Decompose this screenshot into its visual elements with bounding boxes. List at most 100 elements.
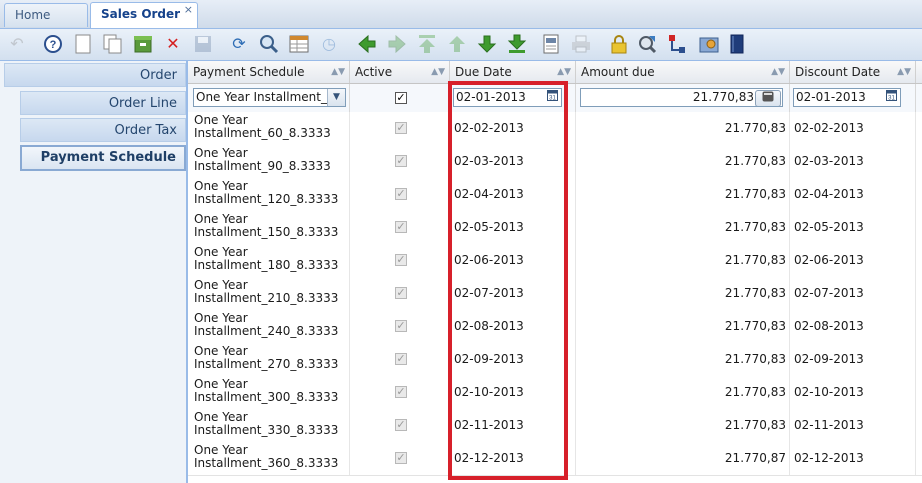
calendar-icon[interactable]: 31 xyxy=(883,89,900,106)
cell-payment-schedule[interactable]: One Year Installment_270_8.3333 xyxy=(188,343,350,376)
table-row[interactable]: One Year Installment_360_8.3333 ✓ 02-12-201… xyxy=(188,442,922,476)
delete-icon[interactable]: ✕ xyxy=(162,33,184,55)
sort-icon[interactable]: ▲▼ xyxy=(771,61,785,83)
cell-discount-date[interactable]: 02-11-2013 xyxy=(790,409,916,442)
table-row[interactable]: One Year Installment_330_8.3333 ✓ 02-11-201… xyxy=(188,409,922,443)
cell-payment-schedule[interactable]: One Year Installment_90_8.3333 xyxy=(188,145,350,178)
cell-amount-due[interactable]: 21.770,83 xyxy=(576,343,790,376)
copy-record-icon[interactable] xyxy=(102,33,124,55)
close-tab-icon[interactable]: × xyxy=(184,0,193,21)
undo-icon[interactable]: ↶ xyxy=(6,33,28,55)
cell-due-date[interactable]: 02-06-2013 xyxy=(450,244,576,277)
next-record-icon[interactable] xyxy=(386,33,408,55)
due-date-input[interactable]: 02-01-2013 31 xyxy=(453,88,562,107)
cell-payment-schedule[interactable]: One Year Installment_150_8.3333 xyxy=(188,211,350,244)
payment-schedule-select[interactable]: One Year Installment_3 ▼ xyxy=(193,88,346,107)
first-record-icon[interactable] xyxy=(416,33,438,55)
cell-active[interactable]: ✓ xyxy=(350,145,450,178)
cell-active[interactable]: ✓ xyxy=(350,277,450,310)
new-record-icon[interactable] xyxy=(72,33,94,55)
sort-icon[interactable]: ▲▼ xyxy=(897,61,911,83)
refresh-icon[interactable]: ⟳ xyxy=(228,33,250,55)
cell-amount-due[interactable]: 21.770,83 xyxy=(576,244,790,277)
cell-payment-schedule[interactable]: One Year Installment_330_8.3333 xyxy=(188,409,350,442)
previous-record-icon[interactable] xyxy=(356,33,378,55)
table-row[interactable]: One Year Installment_120_8.3333 ✓ 02-04-201… xyxy=(188,178,922,212)
tab-home[interactable]: Home (77) xyxy=(4,3,88,44)
column-header-active[interactable]: Active ▲▼ xyxy=(350,61,450,83)
archive-icon[interactable] xyxy=(132,33,154,55)
nav-item-order-tax[interactable]: Order Tax xyxy=(20,118,186,142)
cell-payment-schedule[interactable]: One Year Installment_240_8.3333 xyxy=(188,310,350,343)
cell-discount-date[interactable]: 02-09-2013 xyxy=(790,343,916,376)
column-header-payment-schedule[interactable]: Payment Schedule ▲▼ xyxy=(188,61,350,83)
table-row[interactable]: One Year Installment_300_8.3333 ✓ 02-10-201… xyxy=(188,376,922,410)
process-icon[interactable] xyxy=(698,33,720,55)
history-icon[interactable]: ◷ xyxy=(318,33,340,55)
cell-payment-schedule[interactable]: One Year Installment_360_8.3333 xyxy=(188,442,350,475)
cell-amount-due[interactable]: 21.770,83 xyxy=(576,145,790,178)
table-row[interactable]: One Year Installment_240_8.3333 ✓ 02-08-201… xyxy=(188,310,922,344)
cell-amount-due[interactable]: 21.770,87 xyxy=(576,442,790,475)
dropdown-arrow-icon[interactable]: ▼ xyxy=(327,89,345,106)
cell-discount-date[interactable]: 02-07-2013 xyxy=(790,277,916,310)
tab-sales-order[interactable]: Sales Order × xyxy=(90,2,198,28)
cell-discount-date[interactable]: 02-03-2013 xyxy=(790,145,916,178)
cell-discount-date[interactable]: 02-08-2013 xyxy=(790,310,916,343)
cell-amount-due[interactable]: 21.770,83 xyxy=(576,277,790,310)
cell-active[interactable]: ✓ xyxy=(350,244,450,277)
cell-active[interactable]: ✓ xyxy=(350,211,450,244)
cell-active[interactable]: ✓ xyxy=(350,376,450,409)
cell-discount-date[interactable]: 02-05-2013 xyxy=(790,211,916,244)
cell-due-date[interactable]: 02-04-2013 xyxy=(450,178,576,211)
column-header-due-date[interactable]: Due Date ▲▼ xyxy=(450,61,576,83)
table-row[interactable]: One Year Installment_60_8.3333 ✓ 02-02-2013… xyxy=(188,112,922,146)
parent-record-icon[interactable] xyxy=(446,33,468,55)
cell-due-date[interactable]: 02-12-2013 xyxy=(450,442,576,475)
cell-due-date[interactable]: 02-07-2013 xyxy=(450,277,576,310)
report-icon[interactable] xyxy=(540,33,562,55)
cell-due-date[interactable]: 02-02-2013 xyxy=(450,112,576,145)
workflow-icon[interactable] xyxy=(666,33,688,55)
cell-active[interactable]: ✓ xyxy=(350,343,450,376)
cell-active[interactable]: ✓ xyxy=(350,409,450,442)
cell-due-date[interactable]: 02-11-2013 xyxy=(450,409,576,442)
cell-due-date[interactable]: 02-09-2013 xyxy=(450,343,576,376)
nav-item-order-line[interactable]: Order Line xyxy=(20,91,186,115)
cell-discount-date[interactable]: 02-04-2013 xyxy=(790,178,916,211)
cell-payment-schedule[interactable]: One Year Installment_60_8.3333 xyxy=(188,112,350,145)
cell-due-date[interactable]: 02-05-2013 xyxy=(450,211,576,244)
table-row[interactable]: One Year Installment_180_8.3333 ✓ 02-06-201… xyxy=(188,244,922,278)
last-record-icon[interactable] xyxy=(506,33,528,55)
sort-icon[interactable]: ▲▼ xyxy=(331,61,345,83)
cell-active[interactable]: ✓ xyxy=(350,178,450,211)
calendar-icon[interactable]: 31 xyxy=(544,89,561,106)
lock-icon[interactable] xyxy=(608,33,630,55)
cell-amount-due[interactable]: 21.770,83 xyxy=(576,211,790,244)
cell-due-date[interactable]: 02-03-2013 xyxy=(450,145,576,178)
cell-active[interactable]: ✓ xyxy=(350,442,450,475)
help-icon[interactable]: ? xyxy=(42,33,64,55)
cell-active[interactable]: ✓ xyxy=(350,310,450,343)
cell-amount-due[interactable]: 21.770,83 xyxy=(576,376,790,409)
cell-payment-schedule[interactable]: One Year Installment_180_8.3333 xyxy=(188,244,350,277)
active-checkbox[interactable]: ✓ xyxy=(395,92,407,104)
cell-discount-date[interactable]: 02-12-2013 xyxy=(790,442,916,475)
zoom-across-icon[interactable] xyxy=(636,33,658,55)
nav-item-order[interactable]: Order xyxy=(4,63,186,87)
cell-due-date[interactable]: 02-10-2013 xyxy=(450,376,576,409)
cell-discount-date[interactable]: 02-02-2013 xyxy=(790,112,916,145)
calculator-icon[interactable] xyxy=(755,90,781,106)
table-row[interactable]: One Year Installment_150_8.3333 ✓ 02-05-201… xyxy=(188,211,922,245)
column-header-amount-due[interactable]: Amount due ▲▼ xyxy=(576,61,790,83)
attachment-icon[interactable] xyxy=(726,33,748,55)
table-row[interactable]: One Year Installment_270_8.3333 ✓ 02-09-201… xyxy=(188,343,922,377)
cell-amount-due[interactable]: 21.770,83 xyxy=(576,310,790,343)
table-row[interactable]: One Year Installment_210_8.3333 ✓ 02-07-201… xyxy=(188,277,922,311)
sort-icon[interactable]: ▲▼ xyxy=(431,61,445,83)
amount-due-input[interactable]: 21.770,83 xyxy=(580,88,783,107)
find-icon[interactable] xyxy=(258,33,280,55)
cell-discount-date[interactable]: 02-10-2013 xyxy=(790,376,916,409)
cell-amount-due[interactable]: 21.770,83 xyxy=(576,112,790,145)
cell-payment-schedule[interactable]: One Year Installment_120_8.3333 xyxy=(188,178,350,211)
